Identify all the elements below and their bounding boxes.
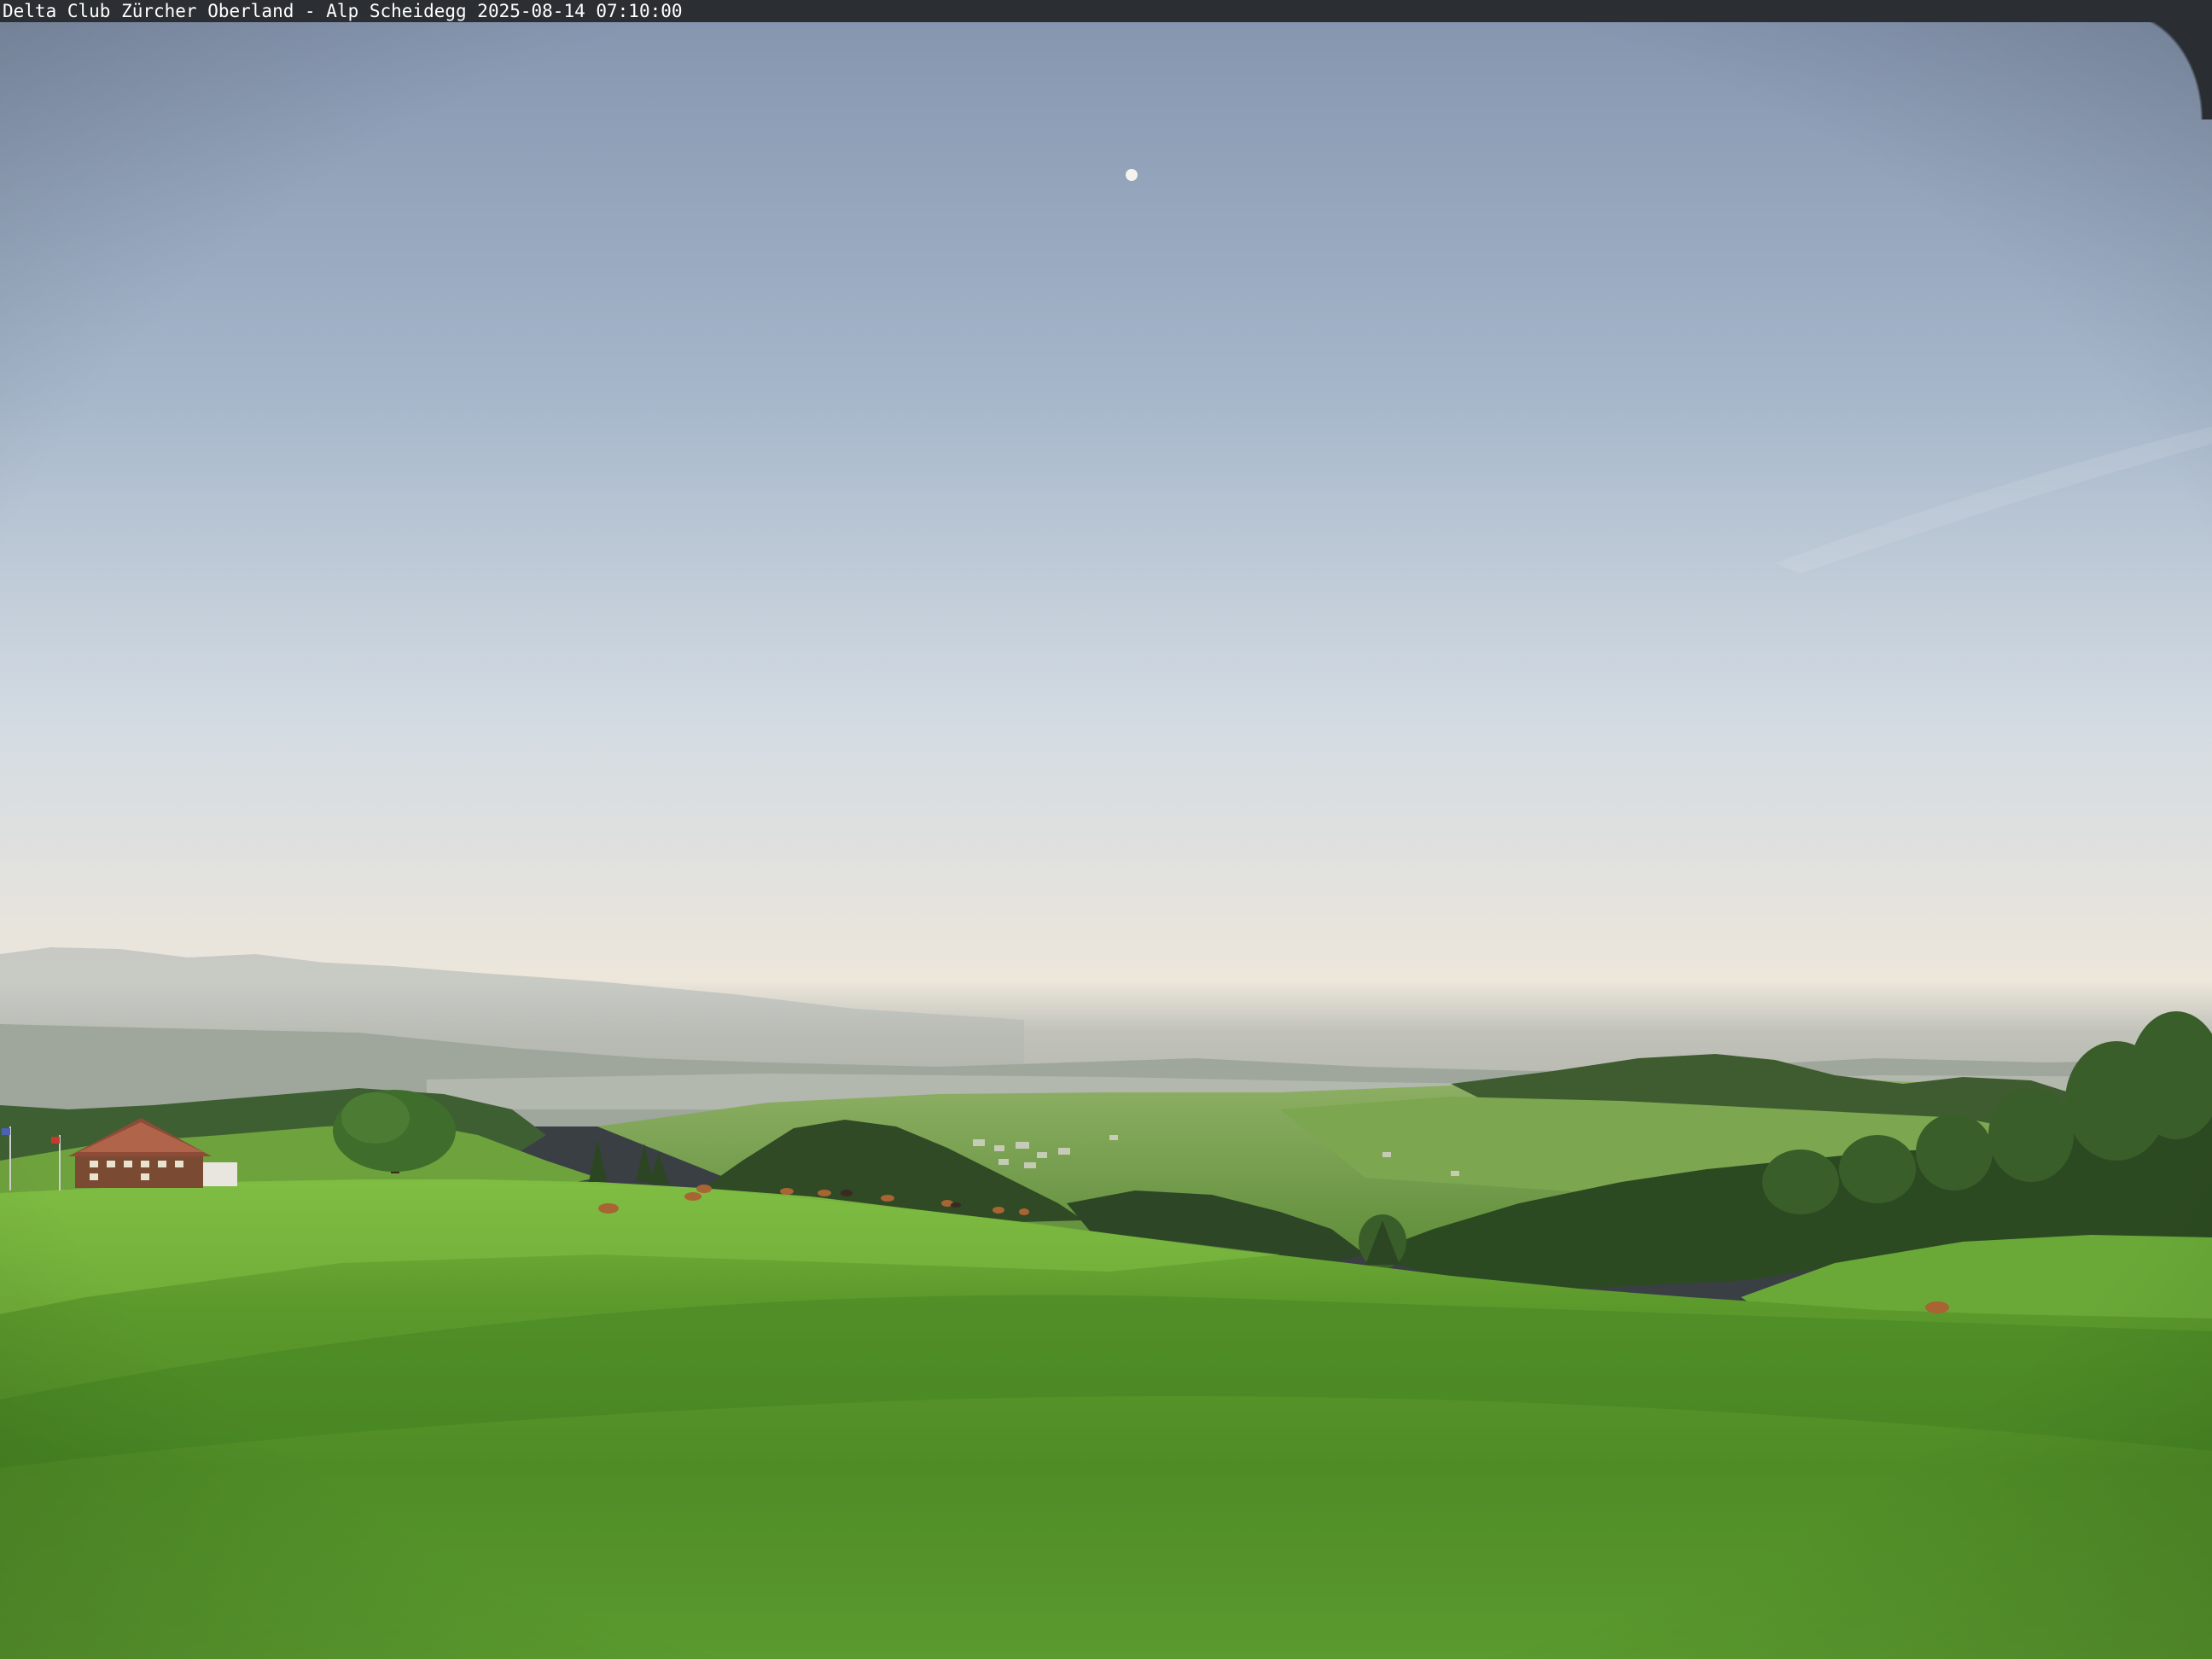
landscape-photo xyxy=(0,0,2212,1659)
lens-vignette xyxy=(0,0,2212,1659)
webcam-frame: Delta Club Zürcher Oberland - Alp Scheid… xyxy=(0,0,2212,1659)
webcam-caption: Delta Club Zürcher Oberland - Alp Scheid… xyxy=(3,1,683,21)
caption-bar: Delta Club Zürcher Oberland - Alp Scheid… xyxy=(0,0,2212,22)
